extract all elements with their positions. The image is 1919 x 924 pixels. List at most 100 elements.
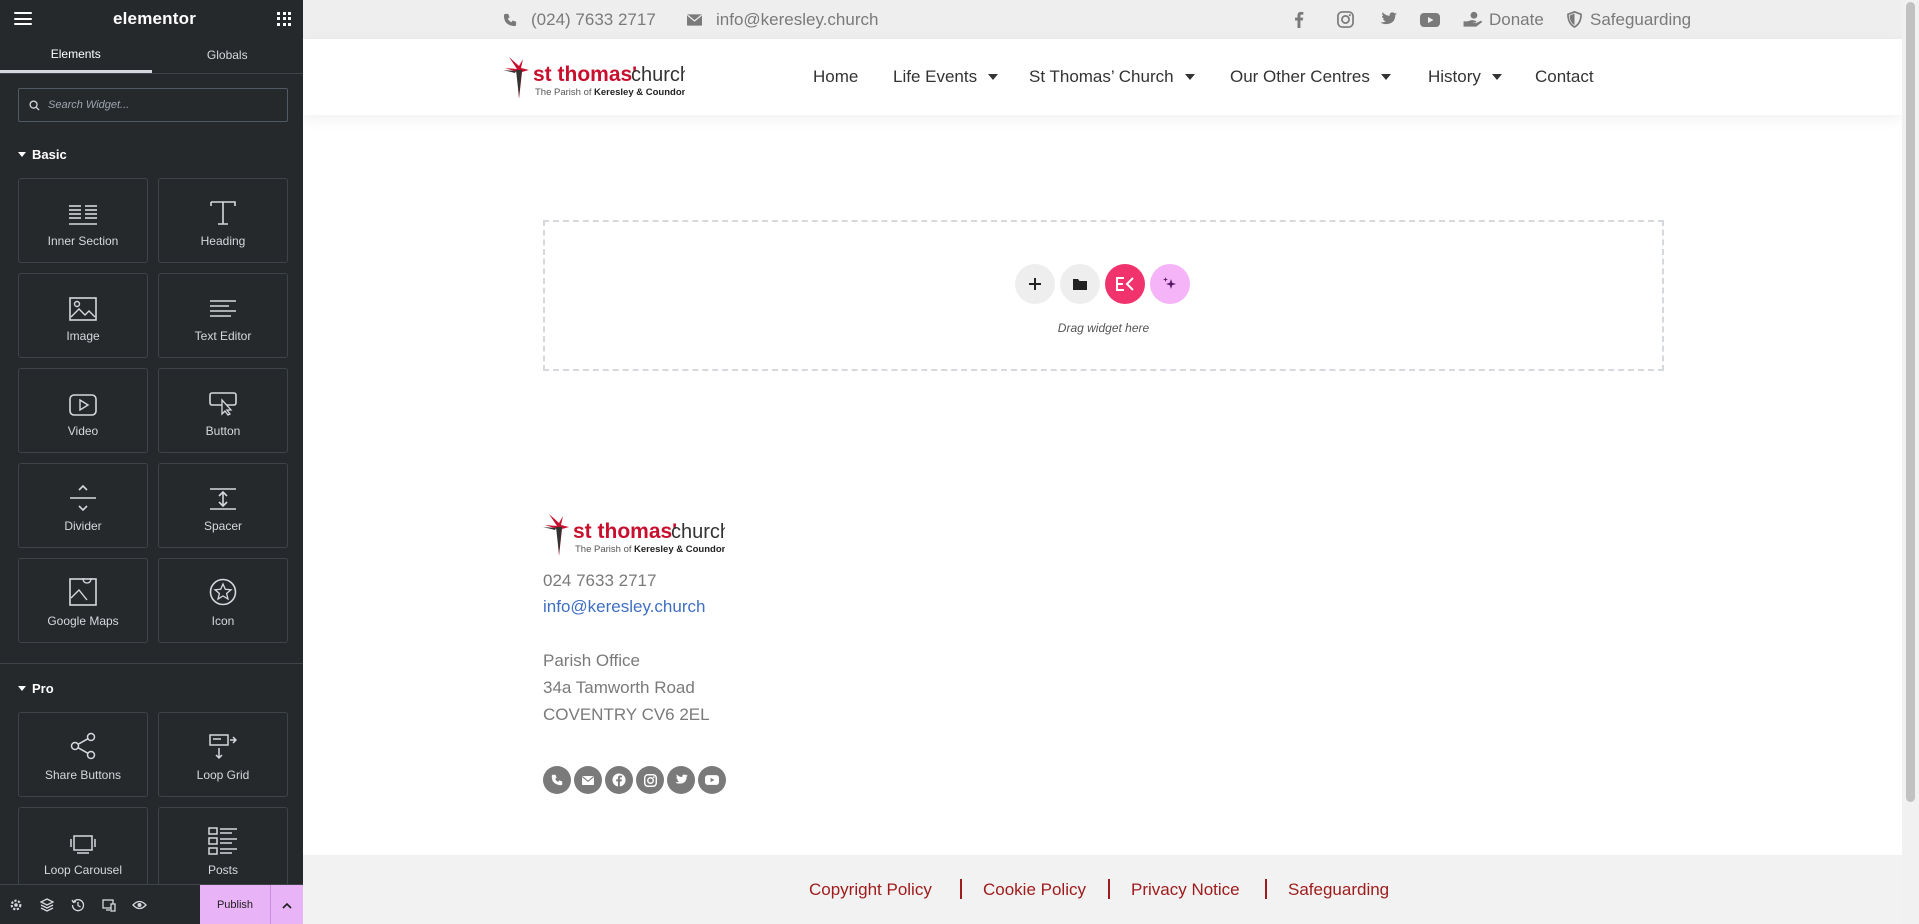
link-separator [1265, 879, 1267, 899]
category-basic[interactable]: Basic [0, 144, 303, 164]
add-section-icon [1029, 278, 1041, 290]
preview-button[interactable] [124, 899, 155, 911]
safeguarding-link[interactable]: Safeguarding [1288, 855, 1389, 924]
widget-image[interactable]: Image [18, 273, 148, 358]
caret-down-icon [1380, 74, 1391, 80]
site-topbar: (024) 7633 2717 info@keresley.church Don… [303, 0, 1902, 39]
widget-icon[interactable]: Icon [158, 558, 288, 643]
widget-share-buttons[interactable]: Share Buttons [18, 712, 148, 797]
footer-instagram-button[interactable] [636, 766, 664, 794]
footer-office-line1: Parish Office [543, 651, 641, 670]
topbar-phone[interactable]: (024) 7633 2717 [503, 0, 656, 39]
ai-button[interactable] [1150, 264, 1190, 304]
star-icon [209, 578, 237, 606]
logo-name-bold: st thomas' [533, 63, 637, 86]
settings-button[interactable] [0, 898, 31, 912]
cookie-policy-link[interactable]: Cookie Policy [983, 855, 1086, 924]
category-pro[interactable]: Pro [0, 678, 303, 698]
scrollbar-thumb[interactable] [1906, 2, 1915, 802]
posts-icon [208, 827, 237, 855]
publish-button[interactable]: Publish [200, 885, 270, 924]
caret-down-icon [988, 74, 999, 80]
nav-history[interactable]: History [1428, 39, 1502, 115]
tab-elements[interactable]: Elements [0, 37, 152, 73]
topbar-youtube-link[interactable] [1420, 0, 1454, 39]
footer-phone: 024 7633 2717 [543, 571, 657, 590]
footer-phone-button[interactable] [543, 766, 571, 794]
twitter-icon [675, 774, 688, 784]
category-divider [0, 663, 303, 664]
footer-email-link[interactable]: info@keresley.church [543, 597, 705, 617]
elementor-panel: elementor Elements Globals Basic Inner S… [0, 0, 303, 924]
history-button[interactable] [62, 898, 93, 912]
responsive-mode-button[interactable] [93, 898, 124, 912]
topbar-safeguarding-link[interactable]: Safeguarding [1567, 0, 1691, 39]
widget-label: Icon [211, 614, 235, 628]
footer-logo[interactable]: st thomas' church The Parish of Keresley… [543, 510, 725, 556]
template-library-icon [1073, 279, 1087, 290]
topbar-instagram-link[interactable] [1337, 0, 1368, 39]
instagram-icon [643, 773, 657, 787]
search-icon [29, 99, 40, 111]
widget-label: Google Maps [47, 614, 119, 628]
nav-home[interactable]: Home [813, 39, 858, 115]
footer-twitter-button[interactable] [667, 766, 695, 794]
template-library-button[interactable] [1060, 264, 1100, 304]
menu-icon[interactable] [14, 12, 32, 25]
elementor-logo: elementor [112, 8, 197, 28]
elementskit-button[interactable] [1105, 264, 1145, 304]
site-logo[interactable]: st thomas' church The Parish of Keresley… [503, 53, 685, 99]
widget-text-editor[interactable]: Text Editor [158, 273, 288, 358]
footer-facebook-button[interactable] [605, 766, 633, 794]
copyright-policy-link[interactable]: Copyright Policy [809, 855, 932, 924]
chevron-up-icon [282, 902, 292, 909]
youtube-icon [1420, 12, 1440, 27]
topbar-email[interactable]: info@keresley.church [687, 0, 878, 39]
search-widget-input[interactable] [48, 99, 278, 111]
widgets-grid-icon[interactable] [277, 11, 291, 26]
nav-st-thomas-church[interactable]: St Thomas’ Church [1029, 39, 1195, 115]
footer-office-line2: 34a Tamworth Road [543, 678, 695, 697]
category-basic-title: Basic [32, 146, 67, 162]
widget-divider[interactable]: Divider [18, 463, 148, 548]
add-section-button[interactable] [1015, 264, 1055, 304]
widget-label: Spacer [203, 519, 243, 533]
empty-section-dropzone[interactable]: Drag widget here [543, 220, 1664, 371]
image-icon [69, 297, 97, 321]
widget-spacer[interactable]: Spacer [158, 463, 288, 548]
nav-contact[interactable]: Contact [1535, 39, 1594, 115]
topbar-safeguarding-text: Safeguarding [1590, 9, 1692, 29]
widget-posts[interactable]: Posts [158, 807, 288, 892]
navigator-button[interactable] [31, 897, 62, 912]
widget-heading[interactable]: Heading [158, 178, 288, 263]
privacy-notice-link[interactable]: Privacy Notice [1131, 855, 1240, 924]
publish-options-button[interactable] [270, 885, 303, 924]
nav-life-events[interactable]: Life Events [893, 39, 999, 115]
instagram-icon [1337, 11, 1354, 28]
caret-down-icon [18, 685, 26, 691]
footer-email-button[interactable] [574, 766, 602, 794]
tab-globals[interactable]: Globals [152, 37, 304, 73]
caret-down-icon [18, 151, 26, 157]
topbar-twitter-link[interactable] [1379, 0, 1411, 39]
page-scrollbar[interactable] [1902, 0, 1919, 924]
widget-label: Image [66, 329, 100, 343]
nav-our-other-centres[interactable]: Our Other Centres [1230, 39, 1391, 115]
widget-button[interactable]: Button [158, 368, 288, 453]
widget-loop-grid[interactable]: Loop Grid [158, 712, 288, 797]
widget-label: Video [67, 424, 99, 438]
nav-contact-label: Contact [1535, 67, 1594, 86]
topbar-facebook-link[interactable] [1294, 0, 1318, 39]
topbar-donate-link[interactable]: Donate [1463, 0, 1544, 39]
widget-inner-section[interactable]: Inner Section [18, 178, 148, 263]
link-separator [1108, 879, 1110, 899]
search-box [18, 88, 288, 122]
widget-google-maps[interactable]: Google Maps [18, 558, 148, 643]
logo-name-light: church [671, 521, 725, 543]
footer-youtube-button[interactable] [698, 766, 726, 794]
panel-tabs: Elements Globals [0, 37, 303, 74]
basic-widgets: Inner Section Heading Image Text Editor … [0, 178, 303, 643]
youtube-icon [705, 775, 719, 785]
widget-video[interactable]: Video [18, 368, 148, 453]
widget-loop-carousel[interactable]: Loop Carousel [18, 807, 148, 892]
